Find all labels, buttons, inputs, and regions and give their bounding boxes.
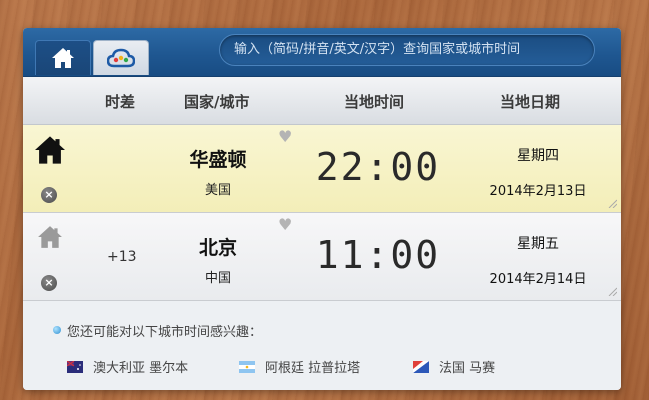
tab-home[interactable]: [35, 40, 91, 75]
suggestion-label: 澳大利亚 墨尔本: [93, 361, 189, 376]
weekday: 星期四: [517, 148, 559, 164]
suggestion-link[interactable]: 法国 马赛: [413, 357, 495, 376]
remove-city-button[interactable]: ×: [41, 187, 57, 203]
header-local-date: 当地日期: [500, 93, 561, 111]
city-name: 北京: [198, 237, 237, 259]
suggestions-title: 您还可能对以下城市时间感兴趣：: [67, 325, 263, 340]
local-time: 11:00: [315, 233, 441, 277]
city-row[interactable]: × ♥ 华盛顿 美国 22:00 星期四 2014年2月13日: [23, 125, 621, 213]
set-home-icon[interactable]: [37, 225, 63, 249]
local-date: 2014年2月14日: [489, 272, 587, 287]
local-date: 2014年2月13日: [489, 184, 587, 199]
suggestion-link[interactable]: 阿根廷 拉普拉塔: [239, 357, 360, 376]
time-offset: +13: [107, 249, 137, 265]
home-icon: [35, 136, 65, 164]
france-flag-icon: [413, 360, 429, 373]
suggestions-panel: 您还可能对以下城市时间感兴趣： 澳大利亚 墨尔本 阿根廷 拉普拉塔 法国 马赛: [23, 301, 621, 390]
resize-grip-icon: [608, 199, 617, 208]
tab-cloud[interactable]: [93, 40, 149, 75]
search-input[interactable]: [219, 34, 595, 66]
suggestion-label: 法国 马赛: [439, 361, 496, 376]
suggestion-label: 阿根廷 拉普拉塔: [265, 361, 361, 376]
table-header: 时差 国家/城市 当地时间 当地日期: [23, 77, 621, 125]
favorite-heart-icon[interactable]: ♥: [278, 127, 292, 146]
cloud-icon: [107, 48, 135, 68]
city-row[interactable]: × ♥ +13 北京 中国 11:00 星期五 2014年2月14日: [23, 213, 621, 301]
world-clock-widget: 时差 国家/城市 当地时间 当地日期 × ♥ 华盛顿 美国 22:00 星期四 …: [23, 28, 621, 390]
home-icon: [52, 48, 74, 68]
resize-grip-icon: [608, 287, 617, 296]
suggestion-link[interactable]: 澳大利亚 墨尔本: [67, 357, 188, 376]
local-time: 22:00: [315, 145, 441, 189]
remove-city-button[interactable]: ×: [41, 275, 57, 291]
city-name: 华盛顿: [189, 149, 247, 171]
country-name: 美国: [204, 183, 231, 198]
bullet-icon: [53, 326, 61, 334]
country-name: 中国: [204, 271, 231, 286]
header-offset: 时差: [105, 93, 136, 111]
australia-flag-icon: [67, 360, 83, 373]
argentina-flag-icon: [239, 360, 255, 373]
favorite-heart-icon[interactable]: ♥: [278, 215, 292, 234]
weekday: 星期五: [517, 236, 559, 252]
header-local-time: 当地时间: [344, 93, 405, 111]
top-bar: [23, 28, 621, 77]
header-country-city: 国家/城市: [184, 93, 250, 111]
